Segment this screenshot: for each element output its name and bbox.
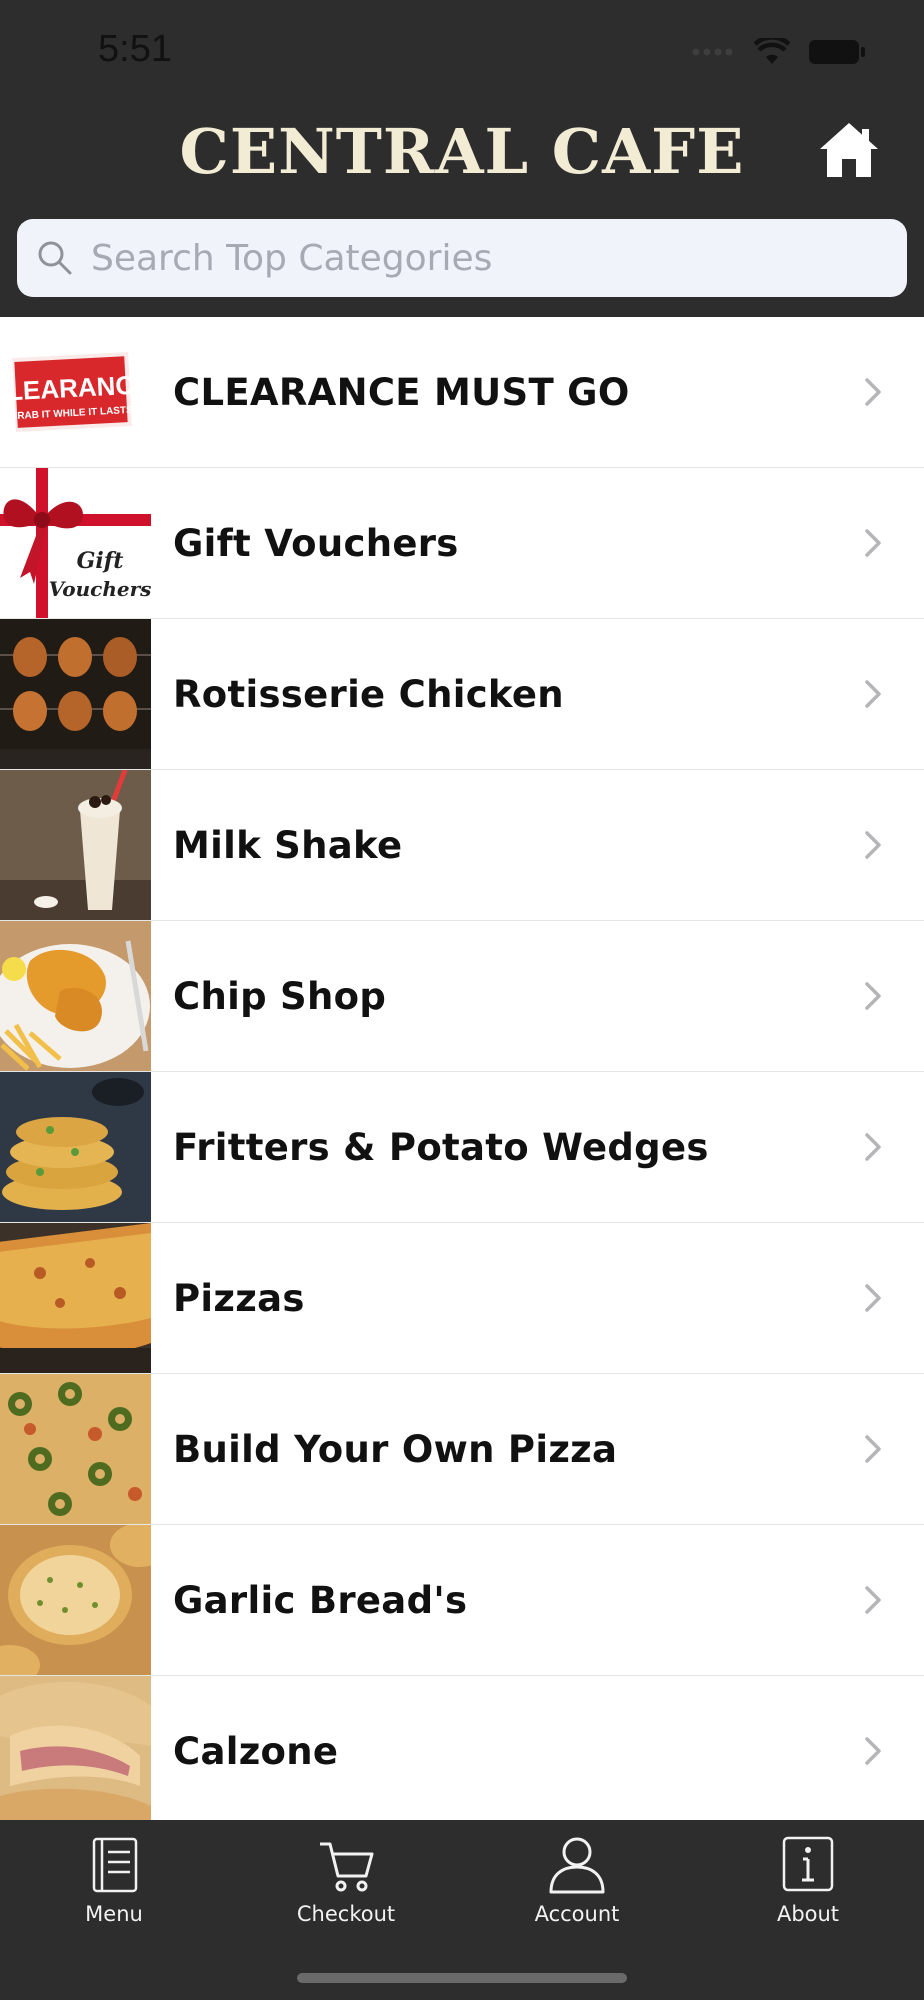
- tab-menu[interactable]: Menu: [14, 1834, 214, 1944]
- tab-checkout[interactable]: Checkout: [246, 1834, 446, 1944]
- status-time: 5:51: [98, 28, 172, 70]
- app-title: CENTRAL CAFE: [179, 115, 745, 188]
- chevron-right-icon: [865, 1737, 881, 1765]
- category-pizzas[interactable]: Pizzas: [0, 1223, 924, 1374]
- chevron-right-icon: [865, 982, 881, 1010]
- tab-menu-label: Menu: [85, 1902, 143, 1926]
- calzone-thumbnail: [0, 1676, 151, 1820]
- chevron-right-icon: [865, 529, 881, 557]
- chip-shop-thumbnail: [0, 921, 151, 1071]
- clearance-thumbnail: CLEARANCE GRAB IT WHILE IT LASTS: [0, 317, 151, 467]
- category-fritters-potato-wedges[interactable]: Fritters & Potato Wedges: [0, 1072, 924, 1223]
- category-build-your-own-pizza[interactable]: Build Your Own Pizza: [0, 1374, 924, 1525]
- tab-checkout-label: Checkout: [296, 1902, 396, 1926]
- category-label: Fritters & Potato Wedges: [173, 1125, 709, 1169]
- home-indicator: [297, 1973, 627, 1983]
- category-label: Garlic Bread's: [173, 1578, 468, 1622]
- chevron-right-icon: [865, 1133, 881, 1161]
- svg-text:Gift: Gift: [77, 548, 124, 574]
- category-rotisserie-chicken[interactable]: Rotisserie Chicken: [0, 619, 924, 770]
- status-bar: 5:51: [0, 0, 924, 105]
- category-clearance[interactable]: CLEARANCE GRAB IT WHILE IT LASTS CLEARAN…: [0, 317, 924, 468]
- app-header: CENTRAL CAFE: [0, 105, 924, 317]
- menu-icon: [92, 1837, 138, 1893]
- category-label: Pizzas: [173, 1276, 305, 1320]
- chevron-right-icon: [865, 1435, 881, 1463]
- battery-icon: [809, 40, 865, 64]
- search-input[interactable]: [89, 236, 893, 280]
- category-label: CLEARANCE MUST GO: [173, 370, 630, 414]
- category-chip-shop[interactable]: Chip Shop: [0, 921, 924, 1072]
- cart-icon: [320, 1842, 374, 1892]
- tab-account-label: Account: [534, 1902, 620, 1926]
- category-garlic-breads[interactable]: Garlic Bread's: [0, 1525, 924, 1676]
- svg-text:Vouchers: Vouchers: [49, 577, 151, 601]
- user-icon: [549, 1837, 605, 1894]
- status-icons: [692, 32, 866, 72]
- pizzas-thumbnail: [0, 1223, 151, 1373]
- garlic-bread-thumbnail: [0, 1525, 151, 1675]
- build-your-own-pizza-thumbnail: [0, 1374, 151, 1524]
- fritters-thumbnail: [0, 1072, 151, 1222]
- category-list: CLEARANCE GRAB IT WHILE IT LASTS CLEARAN…: [0, 317, 924, 1820]
- home-button[interactable]: [816, 117, 882, 183]
- chevron-right-icon: [865, 1284, 881, 1312]
- chevron-right-icon: [865, 378, 881, 406]
- category-label: Chip Shop: [173, 974, 387, 1018]
- home-icon: [820, 123, 878, 177]
- category-label: Milk Shake: [173, 823, 403, 867]
- signal-icon: [692, 48, 733, 56]
- tab-account[interactable]: Account: [477, 1834, 677, 1944]
- tab-about-label: About: [776, 1902, 840, 1926]
- milk-shake-thumbnail: [0, 770, 151, 920]
- gift-vouchers-thumbnail: Gift Vouchers: [0, 468, 151, 618]
- category-label: Build Your Own Pizza: [173, 1427, 618, 1471]
- chevron-right-icon: [865, 831, 881, 859]
- search-icon: [38, 241, 72, 275]
- category-gift-vouchers[interactable]: Gift Vouchers Gift Vouchers: [0, 468, 924, 619]
- category-label: Gift Vouchers: [173, 521, 459, 565]
- bottom-tab-bar: Menu Checkout Account About: [0, 1820, 924, 2000]
- category-milk-shake[interactable]: Milk Shake: [0, 770, 924, 921]
- category-calzone[interactable]: Calzone: [0, 1676, 924, 1820]
- category-label: Calzone: [173, 1729, 339, 1773]
- info-icon: [782, 1836, 834, 1892]
- chevron-right-icon: [865, 1586, 881, 1614]
- search-bar[interactable]: [17, 219, 907, 297]
- category-label: Rotisserie Chicken: [173, 672, 564, 716]
- tab-about[interactable]: About: [708, 1834, 908, 1944]
- rotisserie-chicken-thumbnail: [0, 619, 151, 769]
- chevron-right-icon: [865, 680, 881, 708]
- wifi-icon: [754, 38, 790, 64]
